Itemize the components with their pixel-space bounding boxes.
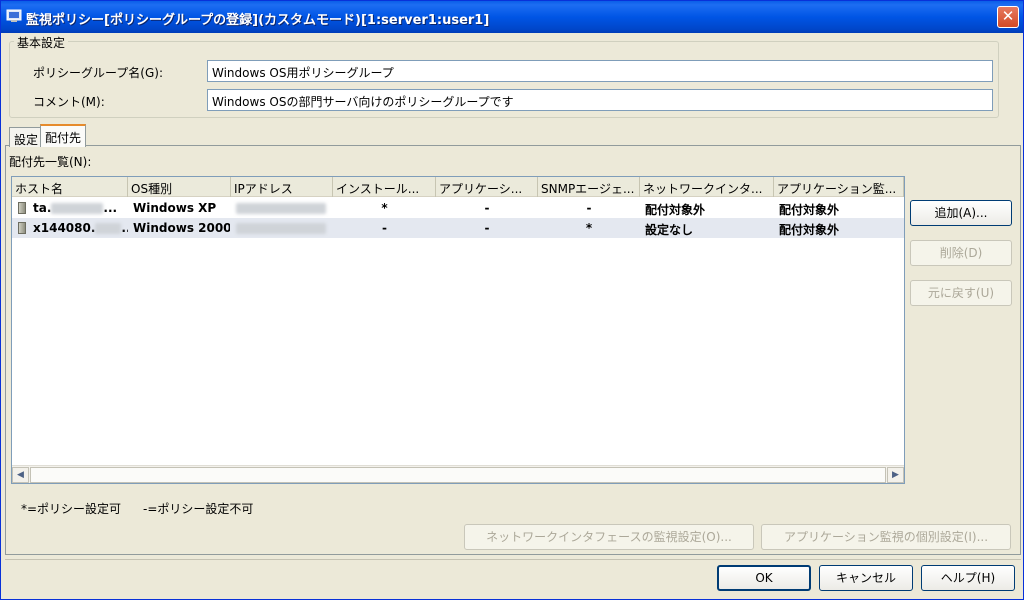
network-interface-cell: 配付対象外: [645, 203, 706, 217]
tab-settings[interactable]: 設定: [9, 127, 44, 147]
ip-address-cell: [233, 218, 333, 238]
host-name-cell: ta....: [33, 201, 118, 215]
column-host-name[interactable]: ホスト名: [12, 177, 128, 197]
comment-input[interactable]: Windows OSの部門サーバ向けのポリシーグループです: [207, 89, 993, 111]
application-cell: -: [484, 201, 490, 215]
host-name-cell: x144080....: [33, 221, 128, 235]
table-row[interactable]: x144080.... Windows 2000 - - * 設定なし 配付対象…: [12, 218, 904, 238]
table-row[interactable]: ta.... Windows XP * - - 配付対象外 配付対象外: [12, 198, 904, 218]
install-cell: *: [381, 201, 388, 215]
network-interface-monitoring-button[interactable]: ネットワークインタフェースの監視設定(O)...: [464, 524, 754, 550]
delete-button[interactable]: 削除(D): [910, 240, 1012, 266]
redacted-host: [51, 203, 104, 214]
redacted-host: [95, 223, 122, 234]
policy-dialog: 監視ポリシー[ポリシーグループの登録](カスタムモード)[1:server1:u…: [0, 0, 1024, 600]
window-title: 監視ポリシー[ポリシーグループの登録](カスタムモード)[1:server1:u…: [26, 13, 490, 28]
application-monitoring-cell: 配付対象外: [779, 203, 840, 217]
tab-distribution[interactable]: 配付先: [40, 124, 87, 147]
server-icon: [18, 202, 26, 214]
column-install[interactable]: インストール...: [333, 177, 436, 197]
scroll-thumb[interactable]: [30, 467, 886, 483]
title-bar: 監視ポリシー[ポリシーグループの登録](カスタムモード)[1:server1:u…: [1, 1, 1023, 33]
policy-window-icon: [6, 9, 22, 22]
column-network-interface[interactable]: ネットワークインタ...: [640, 177, 774, 197]
legend-policy-impossible: -=ポリシー設定不可: [143, 502, 254, 516]
application-cell: -: [484, 221, 490, 235]
comment-label: コメント(M):: [33, 95, 105, 109]
cancel-button[interactable]: キャンセル: [819, 565, 913, 591]
snmp-agent-cell: *: [585, 221, 593, 235]
policy-group-name-input[interactable]: Windows OS用ポリシーグループ: [207, 60, 993, 82]
horizontal-scrollbar[interactable]: ◀ ▶: [12, 465, 904, 483]
application-monitoring-settings-button[interactable]: アプリケーション監視の個別設定(I)...: [761, 524, 1011, 550]
restore-button[interactable]: 元に戻す(U): [910, 280, 1012, 306]
snmp-agent-cell: -: [586, 201, 592, 215]
scroll-right-icon[interactable]: ▶: [887, 467, 904, 483]
os-type-cell: Windows 2000: [133, 221, 230, 235]
column-os-type[interactable]: OS種別: [128, 177, 231, 197]
policy-group-name-label: ポリシーグループ名(G):: [33, 66, 163, 80]
redacted-ip: [236, 223, 326, 234]
distribution-list-label: 配付先一覧(N):: [9, 155, 92, 169]
install-cell: -: [382, 221, 387, 235]
scroll-left-icon[interactable]: ◀: [12, 467, 29, 483]
column-ip-address[interactable]: IPアドレス: [231, 177, 333, 197]
close-button[interactable]: ✕: [997, 6, 1019, 28]
redacted-ip: [236, 203, 326, 214]
legend-policy-possible: *=ポリシー設定可: [21, 502, 122, 516]
add-button[interactable]: 追加(A)...: [910, 200, 1012, 226]
network-interface-cell: 設定なし: [645, 223, 694, 237]
ip-address-cell: [233, 198, 333, 218]
application-monitoring-cell: 配付対象外: [779, 223, 840, 237]
basic-settings-legend: 基本設定: [14, 34, 69, 51]
server-icon: [18, 222, 26, 234]
column-snmp-agent[interactable]: SNMPエージェ...: [538, 177, 640, 197]
footer-divider: [5, 559, 1021, 560]
distribution-list[interactable]: ホスト名 OS種別 IPアドレス インストール... アプリケーシ... SNM…: [11, 176, 905, 484]
column-application-monitoring[interactable]: アプリケーション監...: [774, 177, 904, 197]
os-type-cell: Windows XP: [133, 201, 217, 215]
ok-button[interactable]: OK: [717, 565, 811, 591]
column-application[interactable]: アプリケーシ...: [436, 177, 538, 197]
help-button[interactable]: ヘルプ(H): [921, 565, 1015, 591]
list-header: ホスト名 OS種別 IPアドレス インストール... アプリケーシ... SNM…: [12, 177, 904, 197]
